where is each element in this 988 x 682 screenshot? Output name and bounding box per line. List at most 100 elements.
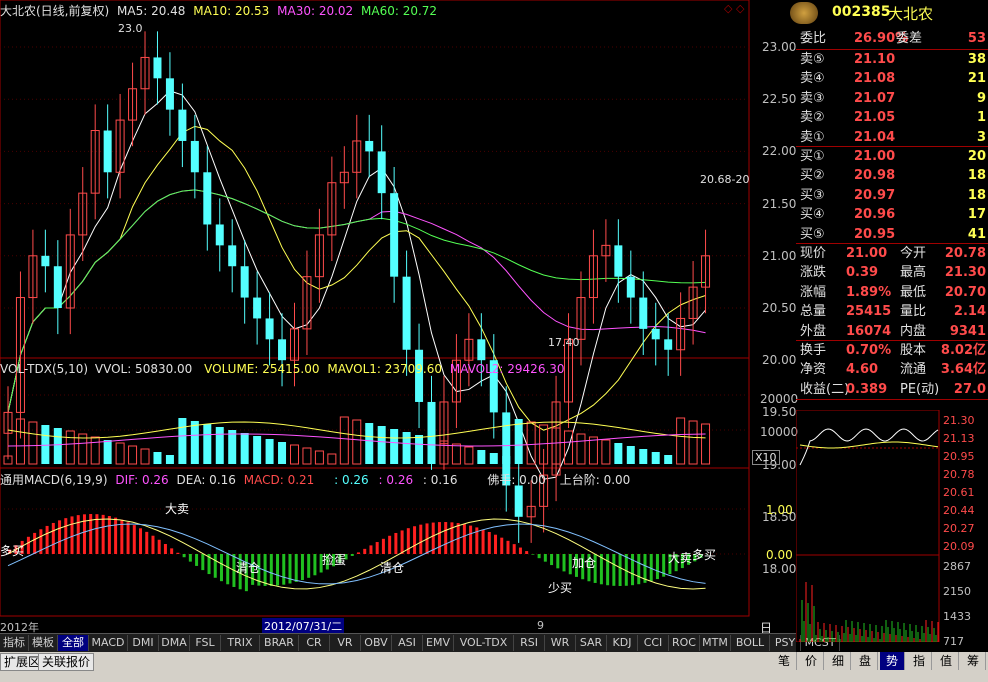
macd-bar[interactable]: [525, 551, 529, 554]
volume-bar[interactable]: [339, 416, 349, 465]
volume-bar[interactable]: [53, 428, 62, 464]
macd-bar[interactable]: [151, 535, 155, 554]
tab-cr[interactable]: CR: [299, 635, 330, 651]
macd-bar[interactable]: [350, 554, 354, 556]
candle-body[interactable]: [477, 339, 486, 361]
tab-roc[interactable]: ROC: [669, 635, 700, 651]
candlesticks[interactable]: [3, 31, 711, 543]
macd-bar[interactable]: [70, 516, 74, 554]
macd-bar[interactable]: [294, 554, 298, 582]
volume-bar[interactable]: [576, 433, 586, 465]
order-row[interactable]: 买① 21.00 20: [796, 147, 988, 166]
volume-bar[interactable]: [265, 439, 274, 464]
candle-body[interactable]: [215, 224, 224, 246]
right-tab[interactable]: 笔: [772, 652, 797, 670]
order-row[interactable]: 买④ 20.96 17: [796, 205, 988, 224]
macd-bar[interactable]: [462, 524, 466, 554]
volume-bar[interactable]: [153, 452, 162, 464]
candle-body[interactable]: [153, 57, 162, 79]
macd-bar[interactable]: [182, 554, 186, 558]
macd-bar[interactable]: [139, 528, 143, 554]
volume-bar[interactable]: [190, 421, 199, 464]
volume-bar[interactable]: [588, 436, 598, 465]
right-tab[interactable]: 细: [826, 652, 851, 670]
macd-bar[interactable]: [276, 554, 280, 586]
macd-bar[interactable]: [419, 524, 423, 554]
volume-bar[interactable]: [614, 443, 623, 464]
volume-bar[interactable]: [90, 436, 100, 465]
tab-wr[interactable]: WR: [545, 635, 576, 651]
candle-body[interactable]: [514, 485, 523, 517]
macd-bar[interactable]: [543, 554, 547, 562]
volume-bar[interactable]: [352, 419, 362, 465]
related-quote-button[interactable]: 关联报价: [38, 653, 95, 671]
tab-模板[interactable]: 模板: [29, 635, 58, 651]
diamond-icon-2[interactable]: ◇: [736, 2, 744, 15]
volume-bar[interactable]: [215, 427, 224, 464]
volume-bar[interactable]: [289, 444, 299, 465]
candle-body[interactable]: [427, 401, 436, 444]
macd-bar[interactable]: [618, 554, 622, 586]
volume-bar[interactable]: [451, 443, 461, 465]
volume-bar[interactable]: [402, 432, 411, 464]
right-tab[interactable]: 值: [934, 652, 959, 670]
candle-body[interactable]: [178, 109, 187, 141]
volume-bar[interactable]: [128, 445, 138, 465]
tab-obv[interactable]: OBV: [361, 635, 392, 651]
macd-bar[interactable]: [170, 548, 174, 554]
volume-bar[interactable]: [203, 424, 212, 464]
candle-body[interactable]: [664, 339, 673, 350]
macd-bar[interactable]: [394, 532, 398, 554]
volume-bar[interactable]: [651, 452, 660, 464]
right-tab[interactable]: 价: [799, 652, 824, 670]
volume-bar[interactable]: [601, 439, 611, 465]
volume-bars[interactable]: [3, 416, 711, 465]
volume-bar[interactable]: [240, 433, 249, 464]
tab-kdj[interactable]: KDJ: [607, 635, 638, 651]
tab-vr[interactable]: VR: [330, 635, 361, 651]
macd-bar[interactable]: [26, 536, 30, 554]
volume-bar[interactable]: [327, 453, 337, 465]
macd-bar[interactable]: [537, 554, 541, 559]
candle-body[interactable]: [228, 245, 237, 267]
macd-bar[interactable]: [518, 547, 522, 554]
macd-bar[interactable]: [157, 539, 161, 554]
candle-body[interactable]: [253, 297, 262, 319]
macd-bar[interactable]: [487, 531, 491, 554]
tab-全部[interactable]: 全部: [58, 635, 89, 651]
volume-bar[interactable]: [489, 453, 498, 464]
macd-bar[interactable]: [612, 554, 616, 586]
macd-bar[interactable]: [512, 544, 516, 554]
candle-body[interactable]: [402, 276, 411, 350]
volume-bar[interactable]: [115, 442, 125, 465]
volume-bar[interactable]: [365, 423, 374, 464]
volume-bar[interactable]: [464, 446, 474, 465]
candle-body[interactable]: [639, 297, 648, 329]
macd-bar[interactable]: [357, 552, 360, 554]
candle-body[interactable]: [240, 266, 249, 298]
volume-bar[interactable]: [526, 421, 536, 465]
macd-bar[interactable]: [58, 520, 62, 554]
candle-body[interactable]: [278, 339, 287, 361]
volume-bar[interactable]: [65, 430, 75, 465]
macd-bar[interactable]: [400, 530, 404, 554]
volume-bar[interactable]: [664, 455, 673, 464]
tab-macd[interactable]: MACD: [89, 635, 128, 651]
volume-bar[interactable]: [140, 448, 150, 465]
volume-bar[interactable]: [228, 430, 237, 464]
macd-bar[interactable]: [606, 554, 610, 586]
diamond-icon[interactable]: ◇: [724, 2, 732, 15]
order-row[interactable]: 买③ 20.97 18: [796, 186, 988, 205]
candle-body[interactable]: [651, 328, 660, 340]
macd-bar[interactable]: [550, 554, 554, 566]
candle-body[interactable]: [103, 130, 112, 173]
candle-body[interactable]: [377, 151, 386, 194]
macd-bar[interactable]: [95, 514, 99, 554]
tab-trix[interactable]: TRIX: [221, 635, 260, 651]
volume-bar[interactable]: [78, 433, 88, 465]
candle-body[interactable]: [203, 172, 212, 225]
macd-bar[interactable]: [307, 554, 311, 578]
volume-bar[interactable]: [676, 417, 686, 465]
macd-bar[interactable]: [101, 514, 105, 554]
macd-bar[interactable]: [51, 522, 55, 554]
